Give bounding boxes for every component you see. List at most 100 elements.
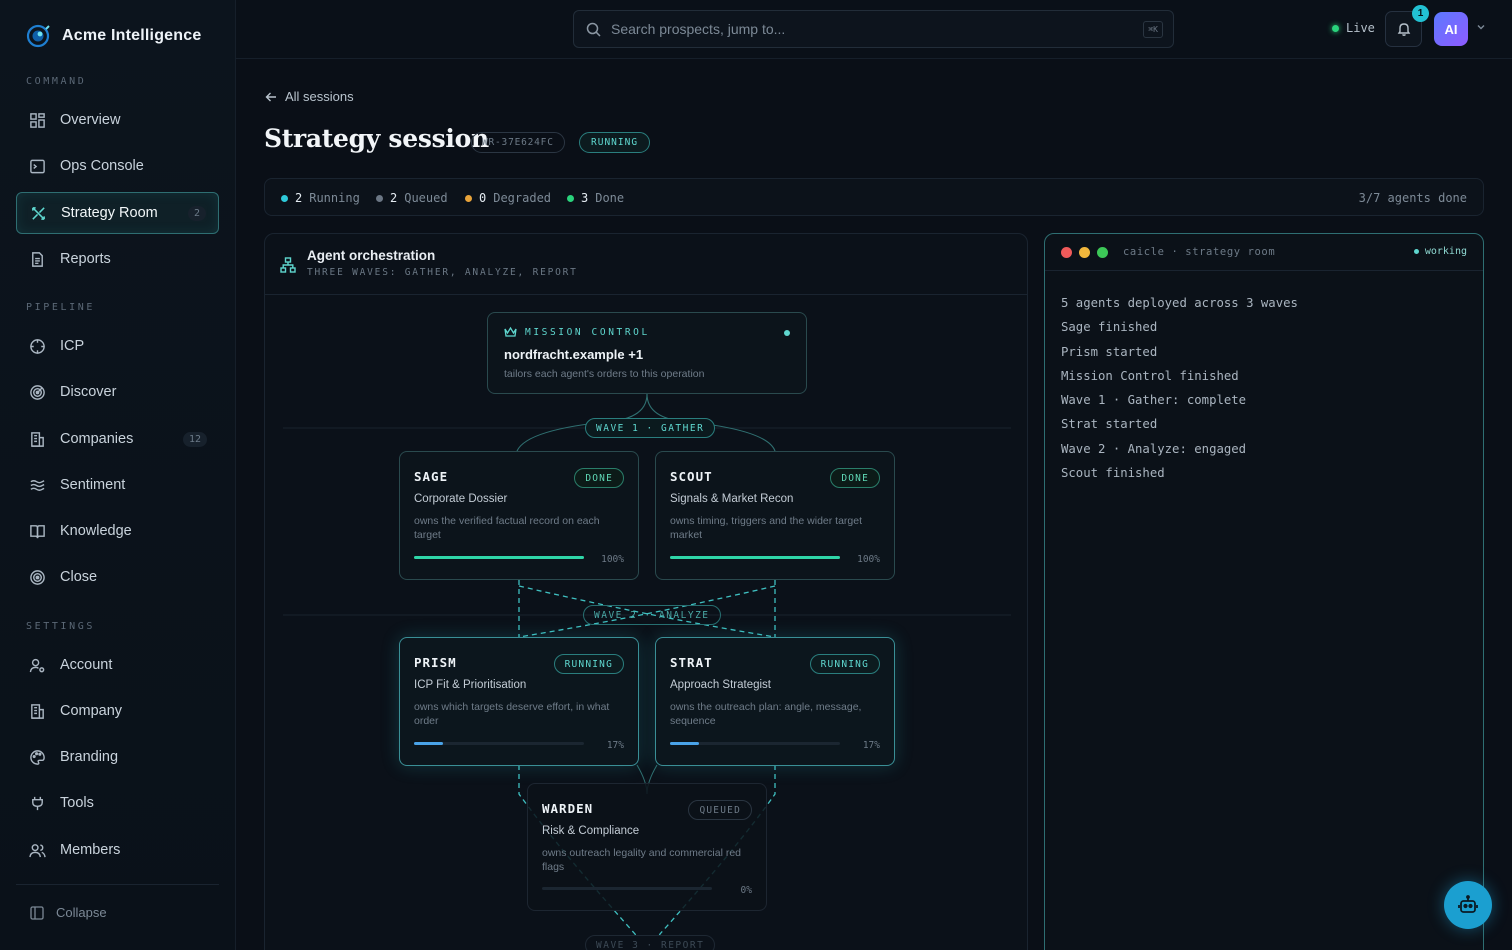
sidebar-item-label: Overview bbox=[60, 112, 121, 128]
sidebar-item-company[interactable]: Company bbox=[16, 690, 219, 732]
stat-label: Degraded bbox=[493, 191, 552, 205]
sidebar-item-knowledge[interactable]: Knowledge bbox=[16, 510, 219, 552]
stat-queued: 2 Queued bbox=[376, 191, 448, 205]
sidebar-item-label: ICP bbox=[60, 338, 85, 354]
agent-name: SAGE bbox=[414, 469, 449, 484]
crown-icon bbox=[504, 326, 517, 337]
sidebar-item-close[interactable]: Close bbox=[16, 556, 219, 598]
status-dot bbox=[281, 194, 288, 202]
back-link[interactable]: All sessions bbox=[265, 89, 354, 104]
palette-icon bbox=[30, 749, 45, 765]
notifications-button[interactable]: 1 bbox=[1385, 5, 1429, 47]
brand[interactable]: Acme Intelligence bbox=[26, 24, 201, 48]
search-input[interactable] bbox=[611, 21, 1111, 37]
book-icon bbox=[30, 524, 45, 538]
mission-description: tailors each agent's orders to this oper… bbox=[504, 368, 705, 380]
sidebar-item-strategy-room[interactable]: Strategy Room 2 bbox=[16, 192, 219, 234]
window-maximize-dot bbox=[1097, 247, 1108, 258]
agent-card-sage[interactable]: SAGE DONE Corporate Dossier owns the ver… bbox=[399, 451, 639, 580]
strategy-icon bbox=[32, 206, 45, 220]
stat-label: Queued bbox=[404, 191, 448, 205]
crosshair-icon bbox=[30, 338, 45, 354]
agent-description: owns outreach legality and commercial re… bbox=[542, 847, 742, 873]
sidebar-collapse-icon bbox=[30, 905, 44, 920]
agent-progress-label: 100% bbox=[601, 554, 624, 565]
agent-card-scout[interactable]: SCOUT DONE Signals & Market Recon owns t… bbox=[655, 451, 895, 580]
agent-role: Approach Strategist bbox=[670, 679, 772, 691]
sidebar-item-sentiment[interactable]: Sentiment bbox=[16, 464, 219, 506]
sidebar-item-tools[interactable]: Tools bbox=[16, 782, 219, 824]
agents-done-count: 3/7 agents done bbox=[1358, 191, 1467, 205]
stat-label: Done bbox=[595, 191, 625, 205]
progress-fill bbox=[414, 742, 443, 745]
sidebar-item-label: Account bbox=[60, 657, 113, 673]
avatar[interactable]: AI bbox=[1434, 12, 1468, 46]
stat-label: Running bbox=[309, 191, 360, 205]
back-label: All sessions bbox=[285, 89, 354, 104]
nav-badge: 2 bbox=[187, 205, 206, 221]
terminal-header: caicle · strategy room working bbox=[1045, 234, 1483, 271]
agent-role: Corporate Dossier bbox=[414, 493, 508, 505]
sidebar-item-account[interactable]: Account bbox=[16, 644, 219, 686]
sidebar-item-ops-console[interactable]: Ops Console bbox=[16, 145, 219, 187]
stat-running: 2 Running bbox=[281, 191, 360, 205]
status-dot bbox=[376, 194, 383, 202]
robot-icon bbox=[1458, 895, 1478, 913]
sidebar-item-branding[interactable]: Branding bbox=[16, 736, 219, 778]
sidebar-item-label: Reports bbox=[60, 251, 111, 267]
sidebar-item-label: Strategy Room bbox=[61, 205, 158, 221]
stat-count: 3 bbox=[581, 191, 589, 205]
agent-name: STRAT bbox=[670, 655, 713, 670]
agent-progress-bar bbox=[414, 556, 584, 559]
agent-name: PRISM bbox=[414, 655, 457, 670]
sidebar-item-reports[interactable]: Reports bbox=[16, 238, 219, 280]
log-line: Strat started bbox=[1061, 417, 1158, 432]
sidebar-item-icp[interactable]: ICP bbox=[16, 325, 219, 367]
sidebar-item-companies[interactable]: Companies 12 bbox=[16, 418, 219, 460]
log-line: Sage finished bbox=[1061, 320, 1158, 335]
sidebar-divider bbox=[16, 884, 219, 885]
search-box[interactable]: ⌘K bbox=[573, 10, 1174, 48]
mission-status-dot bbox=[784, 330, 790, 336]
agent-status-chip: DONE bbox=[830, 468, 880, 488]
agent-status-chip: QUEUED bbox=[688, 800, 752, 820]
live-indicator: Live bbox=[1332, 21, 1375, 35]
activity-terminal: caicle · strategy room working 5 agents … bbox=[1044, 233, 1484, 950]
agent-description: owns which targets deserve effort, in wh… bbox=[414, 701, 610, 727]
orchestration-panel: Agent orchestration THREE WAVES: GATHER,… bbox=[264, 233, 1028, 950]
sidebar-item-label: Sentiment bbox=[60, 477, 126, 493]
agent-card-warden[interactable]: WARDEN QUEUED Risk & Compliance owns out… bbox=[527, 783, 767, 911]
agent-description: owns timing, triggers and the wider targ… bbox=[670, 515, 863, 541]
collapse-button[interactable]: Collapse bbox=[30, 905, 107, 920]
agent-card-strat[interactable]: STRAT RUNNING Approach Strategist owns t… bbox=[655, 637, 895, 766]
sidebar-item-discover[interactable]: Discover bbox=[16, 371, 219, 413]
log-line: Wave 1 · Gather: complete bbox=[1061, 393, 1247, 408]
assistant-button[interactable] bbox=[1444, 881, 1492, 929]
sidebar-item-overview[interactable]: Overview bbox=[16, 99, 219, 141]
sidebar-item-label: Close bbox=[60, 569, 98, 585]
agent-description: owns the verified factual record on each… bbox=[414, 515, 600, 541]
agent-status-chip: RUNNING bbox=[553, 654, 624, 674]
search-icon bbox=[586, 22, 601, 37]
mission-control-card[interactable]: MISSION CONTROL nordfracht.example +1 ta… bbox=[487, 312, 807, 394]
session-id-chip: WR-37E624FC bbox=[471, 132, 565, 153]
chevron-down-icon[interactable] bbox=[1476, 22, 1486, 32]
brand-logo-icon bbox=[26, 24, 50, 48]
page-title: Strategy session bbox=[264, 124, 489, 153]
sidebar-item-label: Companies bbox=[60, 431, 134, 447]
wave-3-pill: WAVE 3 · REPORT bbox=[585, 935, 716, 950]
users-icon bbox=[29, 843, 46, 857]
wave-2-pill: WAVE 2 · ANALYZE bbox=[583, 605, 721, 625]
arrow-left-icon bbox=[265, 92, 276, 101]
agent-role: ICP Fit & Prioritisation bbox=[414, 679, 527, 691]
live-label: Live bbox=[1346, 21, 1375, 35]
agent-card-prism[interactable]: PRISM RUNNING ICP Fit & Prioritisation o… bbox=[399, 637, 639, 766]
agent-progress-bar bbox=[670, 556, 840, 559]
status-dot bbox=[567, 194, 574, 202]
user-gear-icon bbox=[29, 658, 45, 672]
console-icon bbox=[30, 159, 45, 173]
section-label-command: COMMAND bbox=[26, 76, 87, 87]
sidebar-item-members[interactable]: Members bbox=[16, 829, 219, 871]
notification-badge: 1 bbox=[1412, 5, 1429, 22]
topbar: ⌘K Live 1 AI bbox=[236, 0, 1512, 59]
